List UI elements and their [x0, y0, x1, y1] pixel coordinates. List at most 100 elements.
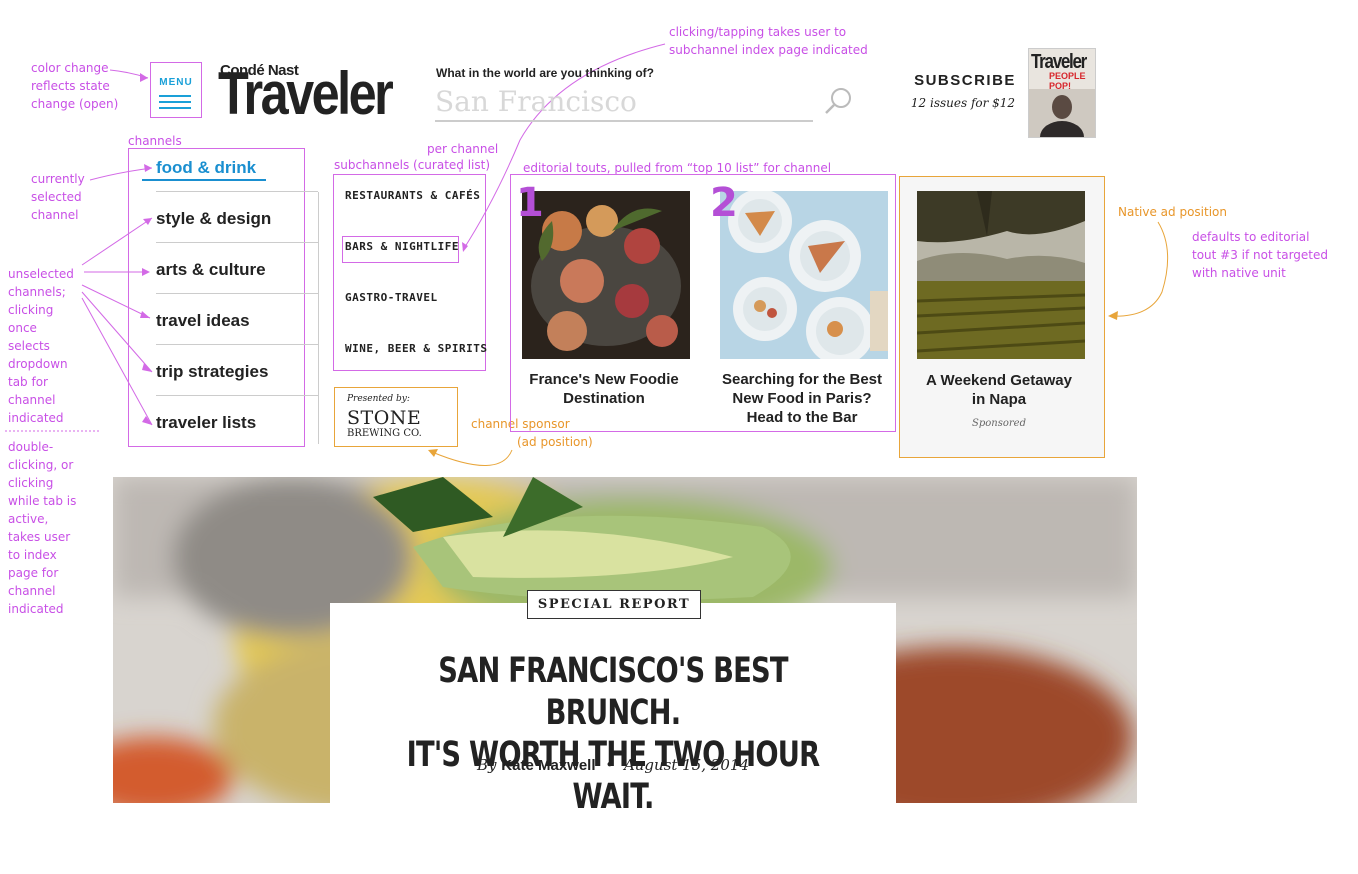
tout-2-image[interactable] [720, 191, 888, 359]
native-image[interactable] [917, 191, 1085, 359]
native-title-line: in Napa [971, 391, 1027, 408]
sponsor-name: STONE [347, 407, 422, 429]
annotation-line: channel [31, 208, 79, 222]
tout-1-number: 1 [516, 180, 544, 226]
channel-food-drink[interactable]: food & drink [156, 158, 316, 178]
search-input[interactable] [435, 82, 813, 122]
annotation-native: Native ad position [1118, 205, 1227, 219]
sponsor-presented-by: Presented by: [347, 394, 410, 404]
tout-title-line: Destination [563, 390, 645, 407]
channel-separator [156, 395, 318, 396]
annotation-line: takes user [8, 530, 71, 544]
channel-separator [156, 191, 318, 192]
tout-2-title[interactable]: Searching for the Best New Food in Paris… [712, 370, 892, 427]
annotation-line: channels; [8, 285, 66, 299]
native-title[interactable]: A Weekend Getaway in Napa [909, 371, 1089, 409]
plates-photo [720, 191, 888, 359]
tout-1-image[interactable] [522, 191, 690, 359]
logo-big-text: Traveler [218, 60, 394, 127]
annotation-line: currently [31, 172, 85, 186]
channel-separator [156, 344, 318, 345]
publish-date: August 15, 2014 [623, 756, 749, 774]
channel-separator [156, 242, 318, 243]
peaches-photo [522, 191, 690, 359]
annotation-current: currently selected channel [31, 170, 85, 224]
tout-title-line: Head to the Bar [746, 409, 858, 426]
annotation-line: selects [8, 339, 50, 353]
sponsored-label: Sponsored [972, 418, 1026, 429]
annotation-line: once [8, 321, 37, 335]
annotation-line: tab for [8, 375, 48, 389]
tout-title-line: Searching for the Best [721, 371, 883, 388]
menu-icon-bar [159, 107, 191, 109]
magazine-cover-line: PEOPLE POP! [1049, 71, 1086, 91]
menu-icon-bar [159, 95, 191, 97]
menu-button[interactable]: MENU [150, 62, 202, 118]
annotation-line: color change [31, 61, 109, 75]
annotation-clicking-tap: clicking/tapping takes user to subchanne… [669, 23, 868, 59]
menu-label: MENU [159, 77, 193, 88]
annotation-double-click: double- clicking, or clicking while tab … [8, 438, 76, 618]
native-title-line: A Weekend Getaway [926, 372, 1072, 389]
annotation-line: subchannel index page indicated [669, 43, 868, 57]
search-icon[interactable] [822, 84, 856, 118]
subchannel-bars[interactable]: BARS & NIGHTLIFE [345, 240, 459, 253]
channel-arts-culture[interactable]: arts & culture [156, 260, 316, 280]
magazine-photo [1029, 89, 1095, 137]
annotation-line: unselected [8, 267, 74, 281]
channel-travel-ideas[interactable]: travel ideas [156, 311, 316, 331]
magazine-cover[interactable]: Traveler PEOPLE POP! [1028, 48, 1096, 138]
logo[interactable]: Condé Nast Traveler [218, 62, 394, 124]
annotation-line: (ad position) [517, 435, 593, 449]
subscribe-title[interactable]: SUBSCRIBE [912, 72, 1018, 89]
annotation-line: clicking/tapping takes user to [669, 25, 847, 39]
subscribe-offer[interactable]: 12 issues for $12 [908, 96, 1018, 110]
annotation-line: indicated [8, 602, 64, 616]
annotation-line: page for [8, 566, 59, 580]
tout-title-line: France's New Foodie [529, 371, 679, 388]
annotation-line: clicking [8, 303, 54, 317]
annotation-line: tout #3 if not targeted [1192, 248, 1329, 262]
selected-underline [142, 179, 266, 181]
annotation-line: indicated [8, 411, 64, 425]
headline-line: IT'S WORTH THE TWO HOUR WAIT. [406, 735, 821, 817]
channel-traveler-lists[interactable]: traveler lists [156, 413, 316, 433]
special-report-badge: SPECIAL REPORT [527, 590, 701, 619]
tout-2-number: 2 [710, 180, 738, 226]
subchannel-wine[interactable]: WINE, BEER & SPIRITS [345, 342, 487, 355]
tout-1-title[interactable]: France's New Foodie Destination [514, 370, 694, 408]
annotation-line: channel [8, 393, 56, 407]
annotation-line: with native unit [1192, 266, 1286, 280]
hero-headline[interactable]: SAN FRANCISCO'S BEST BRUNCH. IT'S WORTH … [392, 650, 833, 818]
annotation-line: clicking [8, 476, 54, 490]
headline-line: SAN FRANCISCO'S BEST BRUNCH. [438, 651, 788, 733]
annotation-line: selected [31, 190, 82, 204]
annotation-line: dropdown [8, 357, 68, 371]
annotation-color-change: color change reflects state change (open… [31, 59, 118, 113]
channel-style-design[interactable]: style & design [156, 209, 316, 229]
subchannel-gastro[interactable]: GASTRO-TRAVEL [345, 291, 438, 304]
byline-by: By [477, 756, 497, 774]
annotation-line: reflects state [31, 79, 110, 93]
menu-icon-bar [159, 101, 191, 103]
tout-title-line: New Food in Paris? [732, 390, 872, 407]
annotation-subchannels: subchannels (curated list) [334, 158, 491, 172]
annotation-line: channel [8, 584, 56, 598]
subchannel-restaurants[interactable]: RESTAURANTS & CAFÉS [345, 189, 480, 202]
annotation-unselected: unselected channels; clicking once selec… [8, 265, 74, 427]
channel-divider [318, 192, 319, 444]
annotation-line: active, [8, 512, 49, 526]
byline-separator: • [605, 756, 615, 774]
byline: By Kate Maxwell • August 15, 2014 [330, 756, 896, 774]
sponsor-ad[interactable]: Presented by: STONE BREWING CO. [334, 387, 458, 447]
annotation-line: defaults to editorial [1192, 230, 1310, 244]
annotation-line: to index [8, 548, 57, 562]
channels-box [128, 148, 305, 447]
channel-separator [156, 293, 318, 294]
channel-trip-strategies[interactable]: trip strategies [156, 362, 316, 382]
search-label: What in the world are you thinking of? [436, 66, 654, 80]
annotation-line: while tab is [8, 494, 77, 508]
author-name[interactable]: Kate Maxwell [501, 757, 595, 774]
vineyard-photo [917, 191, 1085, 359]
annotation-defaults: defaults to editorial tout #3 if not tar… [1192, 228, 1328, 282]
